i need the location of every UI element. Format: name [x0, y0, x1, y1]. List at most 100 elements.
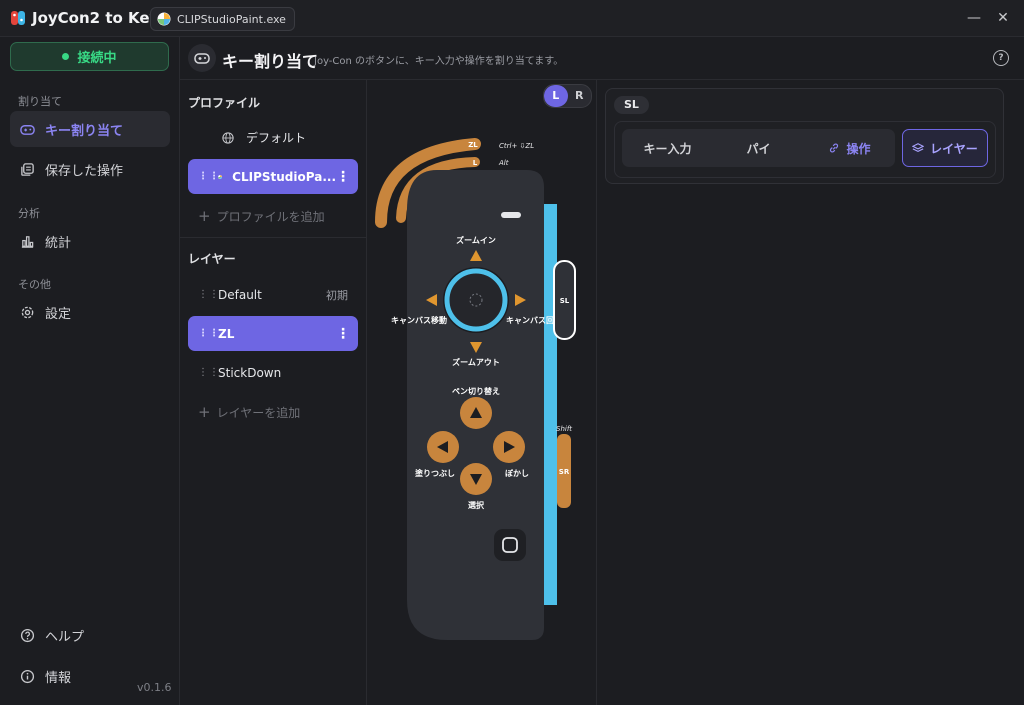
controller-panel: L R ZL L Ctrl+ ⇩ZL Alt ズームイン ズームアウト キャンバ…: [367, 80, 597, 705]
plus-icon: +: [198, 207, 211, 225]
profile-label: CLIPStudioPa...: [232, 169, 336, 184]
btn-left-label: 塗りつぶし: [415, 468, 455, 478]
app-title: JoyCon2 to Key: [32, 9, 160, 27]
tab-action[interactable]: 操作: [804, 129, 895, 167]
zl-mapping: Ctrl+ ⇩ZL: [499, 142, 534, 150]
selected-button-chip: SL: [614, 96, 649, 114]
tab-label: 操作: [846, 141, 871, 156]
analog-stick[interactable]: [444, 268, 508, 332]
profile-label: デフォルト: [246, 131, 307, 145]
help-icon[interactable]: ?: [993, 50, 1009, 66]
layer-item-stickdown[interactable]: ⋮⋮ StickDown: [188, 355, 358, 390]
stick-up-label: ズームイン: [456, 235, 496, 245]
default-layer-badge: 初期: [326, 288, 348, 302]
minimize-button[interactable]: —: [964, 8, 984, 28]
sidebar-item-label: 保存した操作: [45, 163, 124, 179]
layer-item-default[interactable]: ⋮⋮ Default 初期: [188, 277, 358, 312]
title-bar: JoyCon2 to Key CLIPStudioPaint.exe — ✕: [0, 0, 1024, 37]
section-label-other: その他: [18, 278, 51, 291]
l-mapping: Alt: [498, 159, 509, 167]
sidebar-item-label: 設定: [45, 306, 72, 322]
stick-down-label: ズームアウト: [452, 357, 500, 367]
drag-handle-icon[interactable]: ⋮⋮: [198, 289, 219, 299]
clip-studio-icon: [157, 12, 171, 26]
more-options-icon[interactable]: ⋮: [336, 326, 350, 342]
assignment-type-tabs: キー入力 パイ 操作: [622, 129, 895, 167]
joycon-rail: [544, 204, 557, 605]
bar-chart-icon: [21, 235, 34, 248]
clip-studio-icon: [218, 174, 223, 179]
tab-key-input[interactable]: キー入力: [622, 129, 713, 167]
layer-label: ZL: [218, 326, 235, 341]
tab-label: パイ: [746, 141, 771, 156]
btn-down-label: 選択: [468, 500, 485, 510]
layer-item-zl[interactable]: ⋮⋮ ZL ⋮: [188, 316, 358, 351]
l-label: L: [473, 159, 478, 167]
help-icon: [20, 628, 35, 642]
app-logo-icon: [11, 11, 25, 25]
profile-layer-panel: プロファイル デフォルト ⋮⋮ CLIPStudioPa... ⋮ + プロファ…: [180, 80, 367, 705]
active-process-pill: CLIPStudioPaint.exe: [150, 7, 295, 31]
close-button[interactable]: ✕: [993, 8, 1013, 28]
drag-handle-icon[interactable]: ⋮⋮: [198, 171, 219, 181]
sr-label: SR: [559, 468, 570, 476]
sidebar-item-help[interactable]: ヘルプ: [10, 617, 170, 653]
tab-label: キー入力: [643, 141, 692, 156]
add-layer-button[interactable]: + レイヤーを追加: [198, 403, 300, 421]
tab-pie[interactable]: パイ: [713, 129, 804, 167]
btn-right-label: ぼかし: [505, 468, 529, 478]
gear-icon: [21, 306, 34, 318]
add-layer-label: レイヤーを追加: [216, 405, 301, 420]
profile-item-clipstudio[interactable]: ⋮⋮ CLIPStudioPa... ⋮: [188, 159, 358, 194]
layers-icon: [912, 143, 925, 153]
sidebar-item-label: 統計: [45, 235, 72, 251]
sidebar-item-stats[interactable]: 統計: [10, 223, 170, 259]
assignment-type-container: キー入力 パイ 操作 レイヤー: [614, 121, 996, 178]
gamepad-icon: [20, 124, 35, 135]
page-header: キー割り当て Joy-Con のボタンに、キー入力や操作を割り当てます。 ?: [180, 37, 1024, 80]
sidebar-item-key-assign[interactable]: キー割り当て: [10, 111, 170, 147]
assignment-panel: SL キー入力 パイ 操作 レイヤー: [605, 88, 1004, 184]
drag-handle-icon[interactable]: ⋮⋮: [198, 367, 219, 377]
app-version: v0.1.6: [137, 681, 172, 694]
zl-label: ZL: [468, 141, 478, 149]
gamepad-icon: [188, 44, 216, 72]
link-icon: [830, 143, 839, 153]
add-profile-button[interactable]: + プロファイルを追加: [198, 207, 325, 225]
copy-icon: [21, 162, 34, 176]
profiles-heading: プロファイル: [188, 96, 261, 110]
tab-layer[interactable]: レイヤー: [902, 129, 988, 167]
globe-icon: [222, 131, 234, 144]
stick-left-label: キャンバス移動: [391, 315, 447, 325]
sidebar-item-label: キー割り当て: [45, 123, 124, 139]
btn-up-label: ペン切り替え: [452, 386, 500, 396]
layer-label: StickDown: [218, 365, 282, 380]
plus-icon: +: [198, 403, 211, 421]
more-options-icon[interactable]: ⋮: [336, 169, 350, 185]
tab-label: レイヤー: [930, 141, 978, 156]
status-dot: [62, 53, 70, 60]
sidebar: 接続中 割り当て キー割り当て 保存した操作 分析 統計 その他 設定 ヘルプ …: [0, 37, 180, 705]
sidebar-item-label: ヘルプ: [45, 629, 85, 645]
sidebar-item-label: 情報: [45, 670, 72, 686]
minus-button[interactable]: [501, 212, 521, 218]
connection-status-button[interactable]: 接続中: [10, 42, 169, 71]
info-icon: [20, 669, 35, 683]
sl-label: SL: [560, 297, 570, 305]
page-description: Joy-Con のボタンに、キー入力や操作を割り当てます。: [314, 56, 564, 67]
sr-mapping: Shift: [556, 425, 572, 433]
layers-heading: レイヤー: [188, 252, 236, 266]
layer-label: Default: [218, 287, 262, 302]
page-title: キー割り当て: [222, 52, 319, 71]
add-profile-label: プロファイルを追加: [216, 209, 325, 224]
sidebar-item-saved-actions[interactable]: 保存した操作: [10, 151, 170, 187]
divider: [180, 237, 366, 238]
capture-button[interactable]: [494, 529, 526, 561]
section-label-analysis: 分析: [18, 207, 40, 220]
profile-item-default[interactable]: デフォルト: [188, 120, 358, 155]
process-name: CLIPStudioPaint.exe: [177, 12, 286, 26]
sidebar-item-settings[interactable]: 設定: [10, 294, 170, 330]
joycon-diagram: ZL L Ctrl+ ⇩ZL Alt ズームイン ズームアウト キャンバス移動 …: [375, 138, 576, 640]
drag-handle-icon[interactable]: ⋮⋮: [198, 328, 219, 338]
section-label-assign: 割り当て: [18, 95, 62, 108]
